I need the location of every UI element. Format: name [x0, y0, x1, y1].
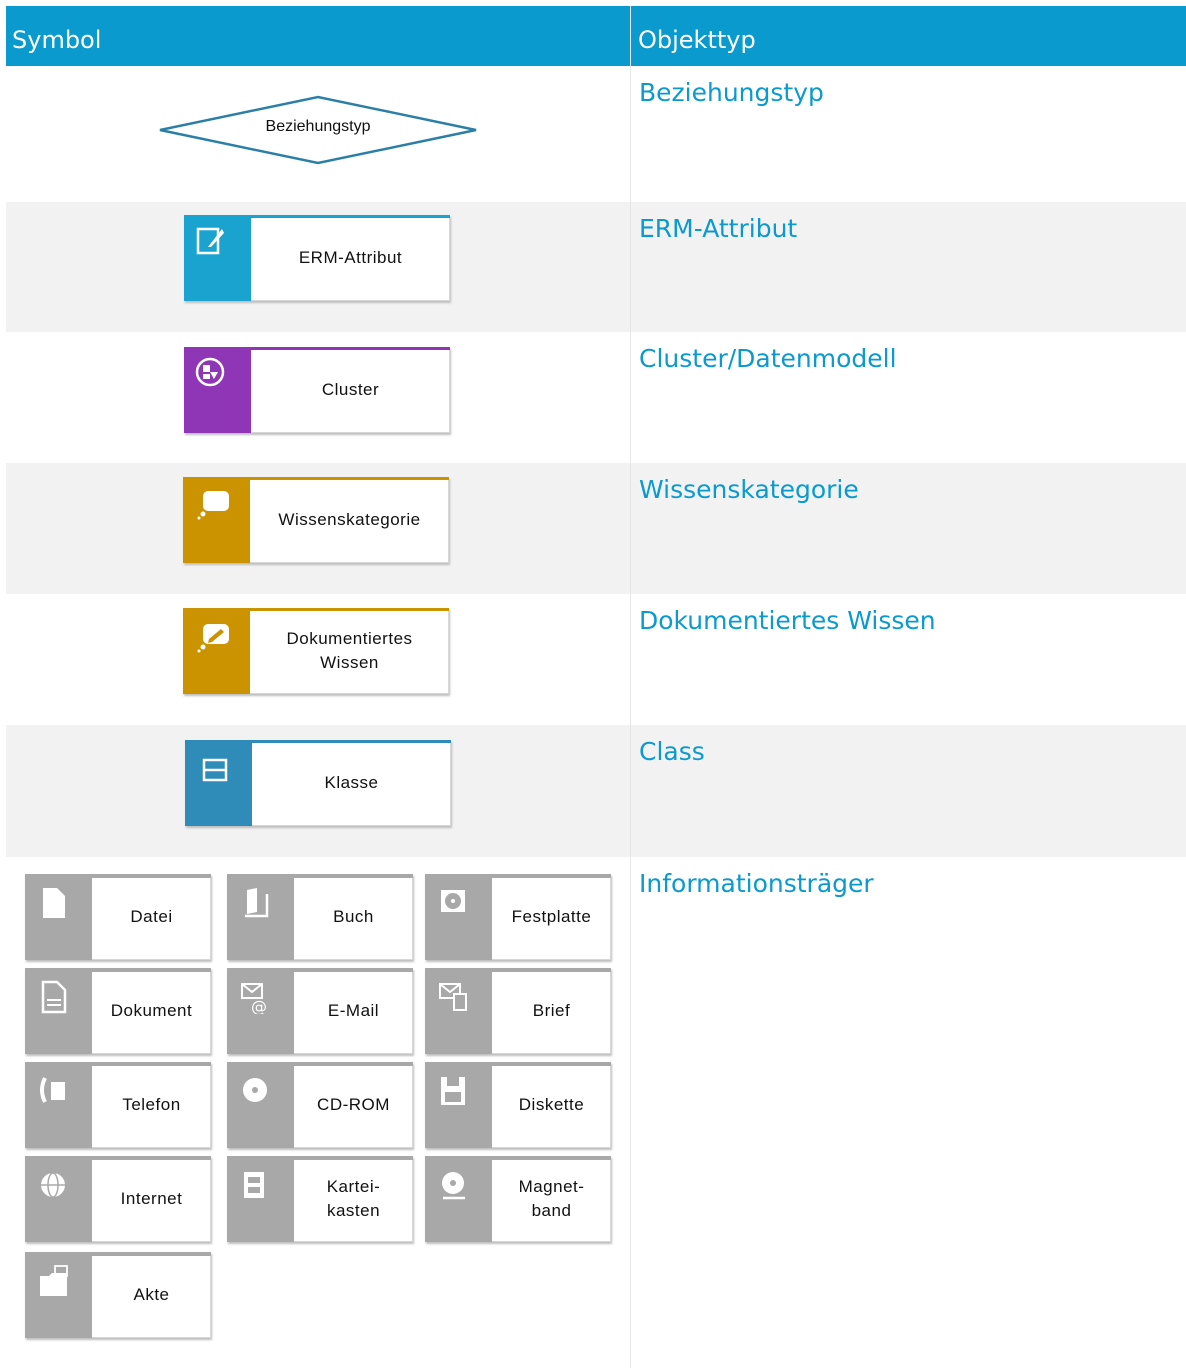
- document-icon: [41, 980, 67, 1014]
- file-icon: [43, 888, 65, 918]
- object-type-link[interactable]: Cluster/Datenmodell: [630, 332, 1186, 463]
- table-row: Wissenskategorie Wissenskategorie: [6, 463, 1186, 594]
- cluster-icon: [195, 357, 225, 387]
- table-row: Datei Buch Festplatte Dokument @ E-Mail …: [6, 857, 1186, 1368]
- carrier-letter-symbol: Brief: [425, 968, 611, 1054]
- object-type-link[interactable]: Beziehungstyp: [630, 66, 1186, 202]
- carrier-book-symbol: Buch: [227, 874, 413, 960]
- table-row: Klasse Class: [6, 725, 1186, 857]
- globe-icon: [41, 1172, 65, 1198]
- symbol-cell: Beziehungstyp: [6, 66, 630, 202]
- symbol-cell: Wissenskategorie: [6, 463, 630, 594]
- symbol-table: Symbol Objekttyp Beziehungstyp Beziehung…: [6, 6, 1186, 1368]
- documented-knowledge-symbol: Dokumentiertes Wissen: [183, 608, 449, 694]
- carrier-document-symbol: Dokument: [25, 968, 211, 1054]
- table-row: Beziehungstyp Beziehungstyp: [6, 66, 1186, 202]
- folder-icon: [40, 1265, 68, 1296]
- harddisk-icon: [441, 890, 465, 912]
- knowledge-category-label: Wissenskategorie: [278, 510, 421, 529]
- cluster-symbol: Cluster: [184, 347, 450, 433]
- symbol-cell: Dokumentiertes Wissen: [6, 594, 630, 725]
- header-object-type: Objekttyp: [630, 6, 1186, 66]
- object-type-link[interactable]: Dokumentiertes Wissen: [630, 594, 1186, 725]
- svg-text:@: @: [251, 997, 267, 1014]
- cluster-label: Cluster: [321, 380, 380, 399]
- class-label: Klasse: [324, 773, 379, 792]
- object-type-link[interactable]: Class: [630, 725, 1186, 857]
- table-row: Dokumentiertes Wissen Dokumentiertes Wis…: [6, 594, 1186, 725]
- header-symbol: Symbol: [12, 26, 102, 54]
- carrier-phone-symbol: Telefon: [25, 1062, 211, 1148]
- book-icon: [245, 888, 269, 918]
- symbol-cell: Datei Buch Festplatte Dokument @ E-Mail …: [6, 857, 630, 1368]
- carrier-cdrom-symbol: CD-ROM: [227, 1062, 413, 1148]
- symbol-cell: Klasse: [6, 725, 630, 857]
- carrier-floppy-symbol: Diskette: [425, 1062, 611, 1148]
- erm-attribute-label: ERM-Attribut: [298, 248, 403, 267]
- relationship-symbol-label: Beziehungstyp: [265, 118, 371, 135]
- object-type-link[interactable]: Wissenskategorie: [630, 463, 1186, 594]
- speech-bubble-icon: [197, 491, 229, 520]
- class-icon: [202, 758, 228, 782]
- carrier-email-symbol: @ E-Mail: [227, 968, 413, 1054]
- letter-icon: [439, 983, 467, 1011]
- knowledge-category-symbol: Wissenskategorie: [183, 477, 449, 563]
- object-type-link[interactable]: Informationsträger: [630, 857, 1186, 1368]
- table-row: Cluster Cluster/Datenmodell: [6, 332, 1186, 463]
- erm-attribute-symbol: ERM-Attribut: [184, 215, 450, 301]
- class-symbol: Klasse: [185, 740, 451, 826]
- carrier-folder-symbol: Akte: [25, 1252, 211, 1338]
- tape-icon: [442, 1172, 465, 1200]
- card-index-icon: [244, 1172, 264, 1198]
- email-icon: @: [241, 983, 267, 1014]
- cd-icon: [243, 1078, 267, 1102]
- carrier-internet-symbol: Internet: [25, 1156, 211, 1242]
- quill-edit-icon: [196, 227, 224, 255]
- table-header: Symbol Objekttyp: [6, 6, 1186, 66]
- documented-knowledge-label: Dokumentiertes Wissen: [286, 629, 413, 672]
- object-type-link[interactable]: ERM-Attribut: [630, 202, 1186, 332]
- symbol-cell: ERM-Attribut: [6, 202, 630, 332]
- carrier-harddisk-symbol: Festplatte: [425, 874, 611, 960]
- carrier-card-index-symbol: Kartei- kasten: [227, 1156, 413, 1242]
- table-row: ERM-Attribut ERM-Attribut: [6, 202, 1186, 332]
- symbol-cell: Cluster: [6, 332, 630, 463]
- carrier-file-symbol: Datei: [25, 874, 211, 960]
- carrier-tape-symbol: Magnet- band: [425, 1156, 611, 1242]
- phone-icon: [40, 1077, 65, 1103]
- speech-bubble-pencil-icon: [197, 624, 229, 653]
- floppy-icon: [441, 1077, 465, 1105]
